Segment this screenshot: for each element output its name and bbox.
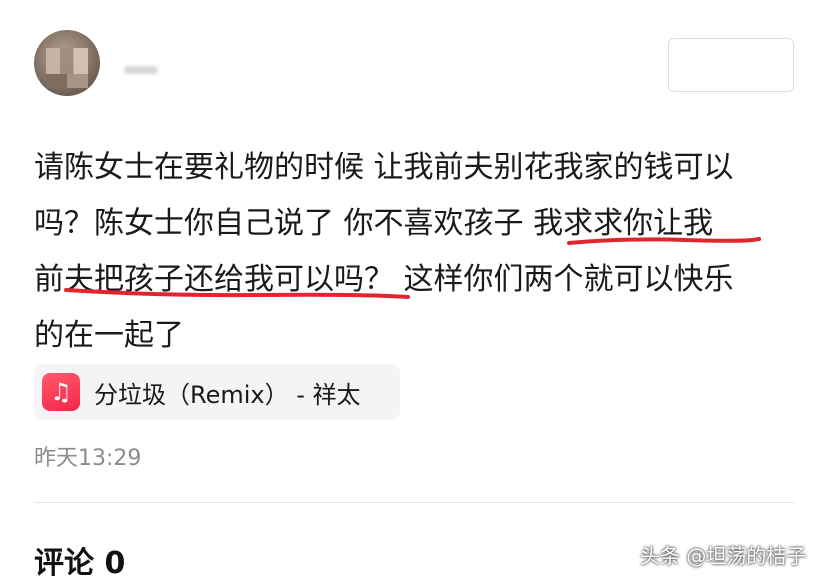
post-text: 请陈女士在要礼物的时候 让我前夫别花我家的钱可以 吗？陈女士你自己说了 你不喜欢… (34, 140, 794, 364)
avatar-mosaic (46, 48, 88, 74)
post-timestamp: 昨天13:29 (34, 446, 142, 471)
post-line-1: 请陈女士在要礼物的时候 让我前夫别花我家的钱可以 (34, 150, 734, 185)
music-note-icon: ♫ (42, 373, 80, 411)
music-card[interactable]: ♫ 分垃圾（Remix） - 祥太 (34, 364, 400, 420)
follow-button[interactable] (668, 38, 794, 92)
comments-heading[interactable]: 评论 0 (34, 538, 125, 582)
avatar-mosaic-lower (46, 74, 88, 88)
highlight-underline-2 (64, 288, 410, 299)
music-title: 分垃圾（Remix） - 祥太 (94, 380, 361, 409)
divider (34, 502, 794, 503)
username-blurred[interactable] (124, 66, 158, 74)
avatar[interactable] (34, 30, 100, 96)
highlight-underline-1 (567, 237, 761, 245)
watermark: 头条 @坦荡的桔子 (640, 544, 807, 568)
post-line-4: 的在一起了 (34, 318, 184, 353)
